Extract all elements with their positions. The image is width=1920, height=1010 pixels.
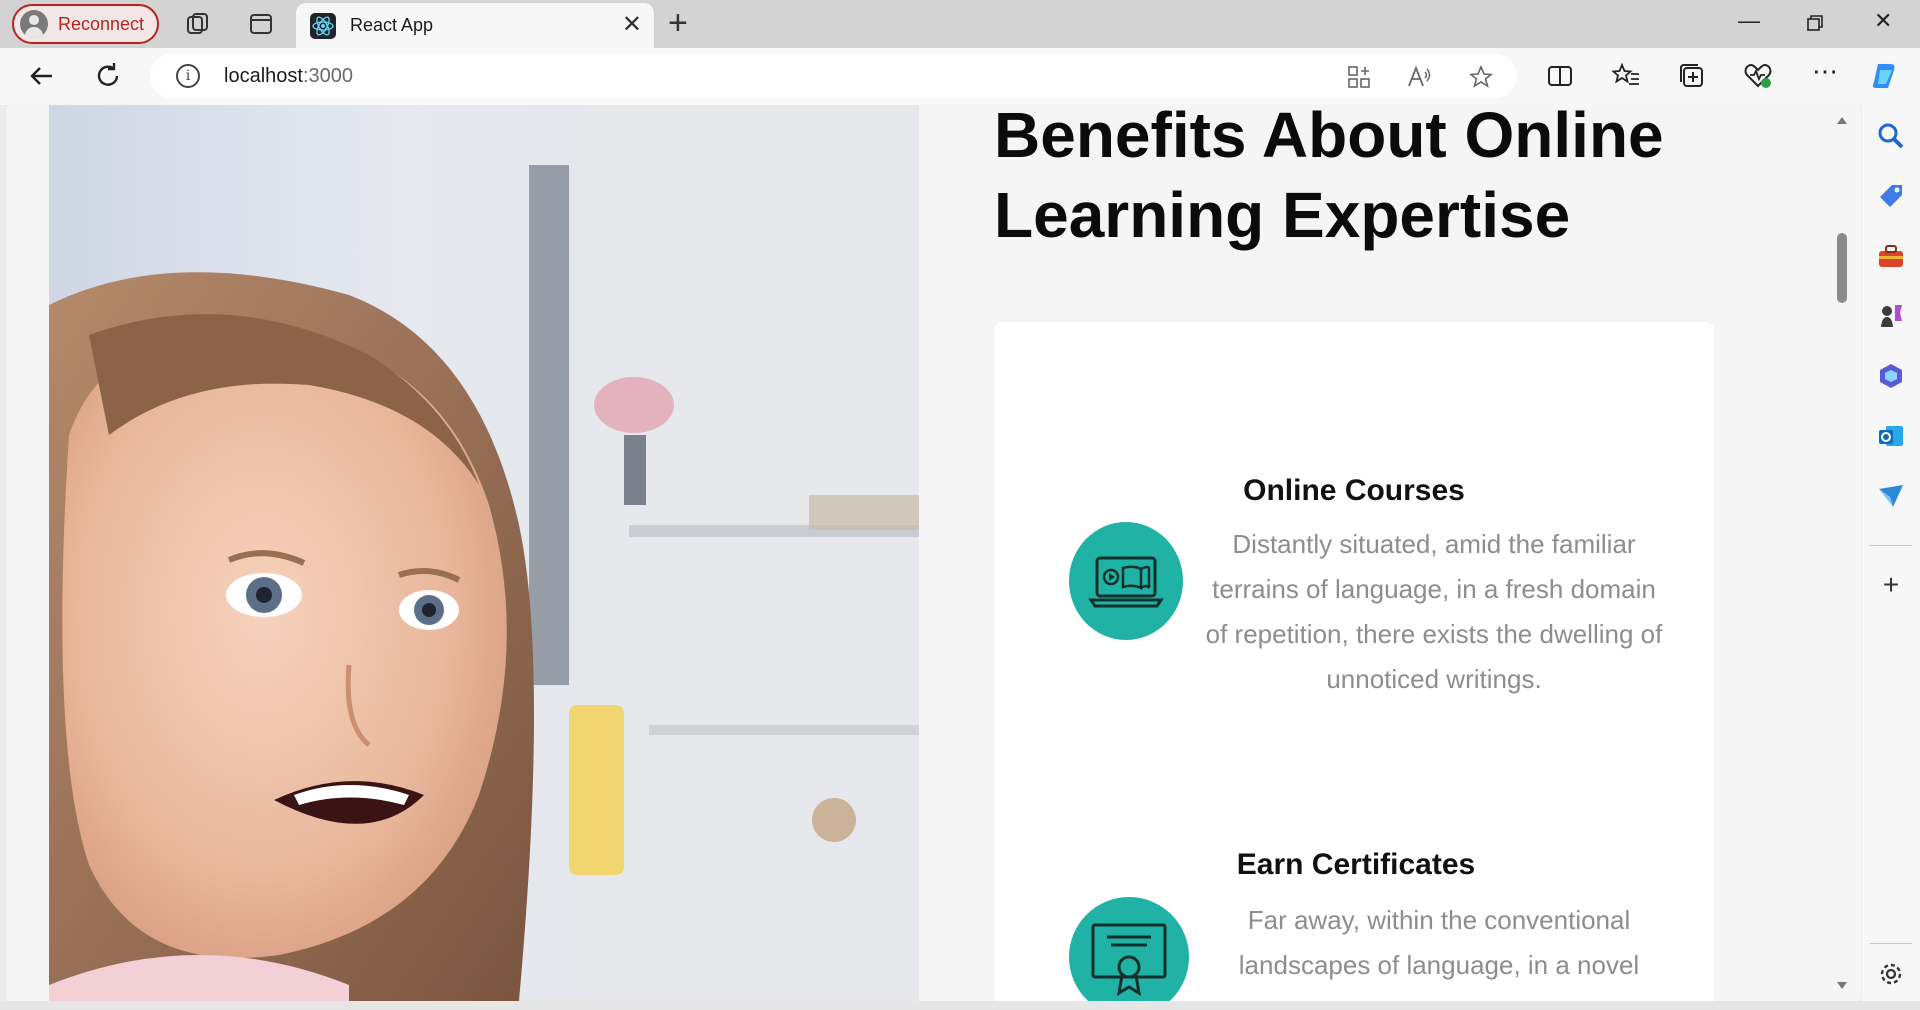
title-bar: Reconnect React App ✕ + — ✕ (0, 0, 1920, 48)
url-host: localhost (224, 65, 303, 87)
window-bottom-edge (0, 1001, 1920, 1010)
favorite-star-icon[interactable] (1468, 64, 1494, 90)
chess-icon[interactable] (1876, 301, 1906, 331)
react-icon (310, 13, 336, 39)
laptop-book-icon (1069, 522, 1183, 640)
refresh-icon[interactable] (92, 60, 124, 92)
benefits-card: Online Courses Distantly situated, amid … (994, 322, 1714, 1001)
address-bar[interactable]: i localhost:3000 (150, 54, 1517, 98)
edge-sidebar: + (1862, 105, 1920, 1010)
copilot-365-icon[interactable] (1876, 361, 1906, 391)
reconnect-button[interactable]: Reconnect (12, 4, 159, 44)
feature-text-earn-certificates: Far away, within the conventional landsc… (1238, 905, 1640, 980)
copilot-icon[interactable] (1868, 60, 1900, 92)
sidebar-divider-bottom (1870, 943, 1912, 944)
profile-avatar-icon (20, 10, 48, 38)
minimize-icon[interactable]: — (1738, 8, 1760, 34)
search-icon[interactable] (1876, 121, 1906, 151)
hero-photo-girl (49, 105, 919, 1001)
site-info-icon[interactable]: i (176, 64, 200, 88)
page-scrollbar[interactable] (1832, 105, 1852, 1001)
read-aloud-icon[interactable] (1406, 64, 1432, 90)
toolbox-icon[interactable] (1876, 241, 1906, 271)
section-heading: Benefits About Online Learning Expertise (994, 105, 1664, 251)
outlook-icon[interactable] (1876, 421, 1906, 451)
browser-window: Reconnect React App ✕ + — ✕ i localhost:… (0, 0, 1920, 1010)
tab-react-app[interactable]: React App ✕ (296, 3, 654, 48)
url-text: localhost:3000 (224, 65, 353, 88)
tag-icon[interactable] (1876, 181, 1906, 211)
url-port: :3000 (302, 65, 353, 87)
favorites-icon[interactable] (1610, 60, 1642, 92)
certificate-icon (1069, 897, 1189, 1001)
workspaces-icon[interactable] (184, 10, 212, 38)
tab-title: React App (350, 15, 434, 35)
restore-icon[interactable] (1806, 14, 1824, 32)
scrollbar-thumb[interactable] (1837, 233, 1847, 303)
reconnect-label: Reconnect (58, 13, 145, 34)
new-tab-icon[interactable]: + (668, 6, 688, 40)
close-window-icon[interactable]: ✕ (1874, 8, 1892, 34)
send-icon[interactable] (1876, 481, 1906, 511)
feature-title-earn-certificates: Earn Certificates (1236, 848, 1476, 881)
split-screen-icon[interactable] (1544, 60, 1576, 92)
scroll-down-icon[interactable] (1836, 981, 1848, 991)
app-available-icon[interactable] (1346, 64, 1372, 90)
add-icon[interactable]: + (1876, 571, 1906, 601)
feature-title-online-courses: Online Courses (1243, 474, 1465, 507)
sidebar-divider (1870, 545, 1912, 546)
more-options-icon[interactable]: ⋯ (1812, 56, 1844, 88)
settings-icon[interactable] (1876, 959, 1906, 989)
feature-text-online-courses: Distantly situated, amid the familiar te… (1205, 529, 1663, 694)
collections-icon[interactable] (1676, 60, 1708, 92)
browser-essentials-icon[interactable] (1742, 60, 1774, 92)
page-viewport: Benefits About Online Learning Expertise… (6, 105, 1861, 1001)
back-icon[interactable] (26, 60, 58, 92)
tab-actions-icon[interactable] (247, 10, 275, 38)
close-tab-icon[interactable]: ✕ (622, 13, 642, 37)
scroll-up-icon[interactable] (1836, 115, 1848, 125)
toolbar: i localhost:3000 ⋯ (0, 48, 1920, 105)
